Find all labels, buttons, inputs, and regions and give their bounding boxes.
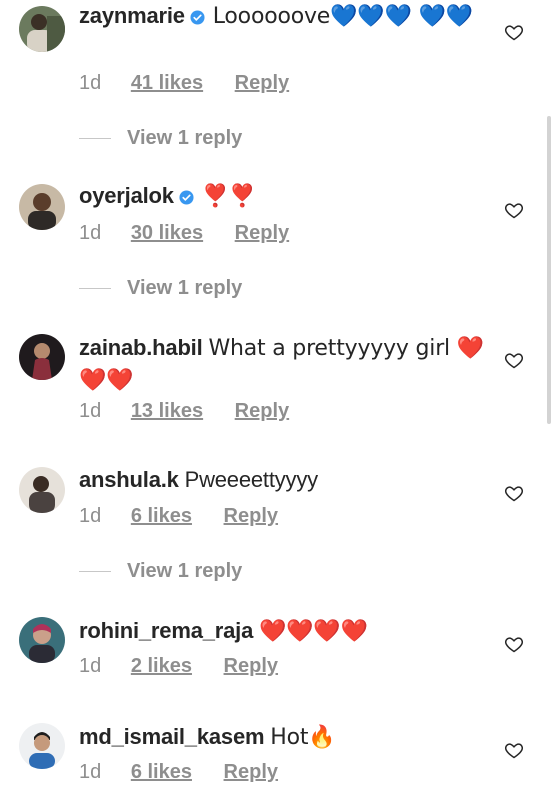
username[interactable]: anshula.k [79, 467, 179, 492]
reply-button[interactable]: Reply [235, 72, 289, 94]
scrollbar[interactable] [547, 116, 551, 424]
likes-count-link[interactable]: 6 likes [131, 505, 192, 527]
avatar[interactable] [19, 467, 65, 513]
comment-body: md_ismail_kasem Hot🔥 [79, 721, 489, 753]
reply-button[interactable]: Reply [235, 400, 289, 422]
view-replies-button[interactable]: View 1 reply [79, 560, 242, 583]
verified-badge-icon [190, 2, 205, 33]
username[interactable]: oyerjalok [79, 183, 174, 208]
heart-outline-icon[interactable] [504, 350, 524, 370]
reply-button[interactable]: Reply [235, 222, 289, 244]
comment-body: oyerjalok ❣️❣️ [79, 180, 489, 213]
comment-body: anshula.k Pweeeettyyyy [79, 464, 489, 495]
username[interactable]: rohini_rema_raja [79, 618, 253, 643]
comment-meta: 1d 6 likes Reply [79, 505, 278, 528]
comment-body: rohini_rema_raja ❤️❤️❤️❤️ [79, 615, 489, 647]
likes-count-link[interactable]: 30 likes [131, 222, 203, 244]
reply-button[interactable]: Reply [224, 655, 278, 677]
reply-button[interactable]: Reply [224, 761, 278, 783]
comment-time: 1d [79, 655, 102, 677]
likes-count-link[interactable]: 41 likes [131, 72, 203, 94]
comment-time: 1d [79, 761, 102, 783]
comment-time: 1d [79, 400, 102, 422]
divider-line [79, 288, 111, 290]
comment-text: ❤️❤️❤️❤️ [259, 619, 368, 644]
reply-button[interactable]: Reply [224, 505, 278, 527]
likes-count-link[interactable]: 2 likes [131, 655, 192, 677]
view-replies-label: View 1 reply [127, 127, 243, 149]
avatar[interactable] [19, 723, 65, 769]
comment-text: Loooooove💙💙💙 💙💙 [212, 4, 473, 29]
likes-count-link[interactable]: 13 likes [131, 400, 203, 422]
heart-outline-icon[interactable] [504, 483, 524, 503]
heart-outline-icon[interactable] [504, 634, 524, 654]
comment-time: 1d [79, 72, 102, 94]
comment-body: zaynmarie Loooooove💙💙💙 💙💙 [79, 0, 489, 33]
comments-feed: zaynmarie Loooooove💙💙💙 💙💙 1d 41 likes Re… [0, 0, 557, 800]
divider-line [79, 138, 111, 140]
comment-meta: 1d 6 likes Reply [79, 761, 278, 784]
comment-text: ❣️❣️ [201, 184, 257, 209]
heart-outline-icon[interactable] [504, 22, 524, 42]
avatar[interactable] [19, 6, 65, 52]
comment-text: Pweeeettyyyy [184, 467, 319, 492]
likes-count-link[interactable]: 6 likes [131, 761, 192, 783]
username[interactable]: zaynmarie [79, 3, 185, 28]
avatar[interactable] [19, 184, 65, 230]
heart-outline-icon[interactable] [504, 740, 524, 760]
heart-outline-icon[interactable] [504, 200, 524, 220]
divider-line [79, 571, 111, 573]
view-replies-button[interactable]: View 1 reply [79, 127, 242, 150]
comment-meta: 1d 30 likes Reply [79, 222, 289, 245]
avatar[interactable] [19, 334, 65, 380]
comment-meta: 1d 2 likes Reply [79, 655, 278, 678]
username[interactable]: md_ismail_kasem [79, 724, 265, 749]
comment-time: 1d [79, 222, 102, 244]
avatar[interactable] [19, 617, 65, 663]
comment-meta: 1d 13 likes Reply [79, 400, 289, 423]
view-replies-label: View 1 reply [127, 560, 243, 582]
comment-body: zainab.habil What a prettyyyyy girl ❤️❤️… [79, 332, 489, 396]
comment-time: 1d [79, 505, 102, 527]
comment-meta: 1d 41 likes Reply [79, 72, 289, 95]
view-replies-label: View 1 reply [127, 277, 243, 299]
comment-text: Hot🔥 [270, 725, 336, 750]
username[interactable]: zainab.habil [79, 335, 203, 360]
verified-badge-icon [179, 182, 194, 213]
view-replies-button[interactable]: View 1 reply [79, 277, 242, 300]
